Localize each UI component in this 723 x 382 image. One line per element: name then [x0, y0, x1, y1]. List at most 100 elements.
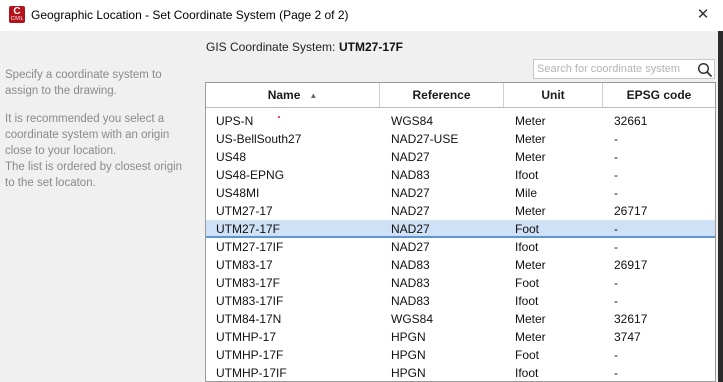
- cell-name: UPS-N: [216, 114, 254, 128]
- cell-unit: Meter: [515, 204, 546, 218]
- civil3d-app-icon: C CIVIL: [9, 6, 25, 23]
- cell-reference: NAD27: [391, 204, 430, 218]
- table-row[interactable]: US48-EPNG NAD83 Ifoot -: [206, 166, 715, 184]
- gis-coordinate-system-value: UTM27-17F: [339, 40, 404, 54]
- cell-reference: NAD83: [391, 258, 430, 272]
- cell-reference: WGS84: [391, 312, 434, 326]
- cell-name: US48-EPNG: [216, 168, 285, 182]
- gis-coordinate-system-label: GIS Coordinate System:: [206, 40, 336, 54]
- table-row[interactable]: US-BellSouth27 NAD27-USE Meter -: [206, 130, 715, 148]
- window-edge: [718, 31, 723, 382]
- cell-epsg-code: -: [614, 186, 618, 200]
- cell-name: US-BellSouth27: [216, 132, 302, 146]
- table-row[interactable]: UTM83-17IF NAD83 Ifoot -: [206, 292, 715, 310]
- cell-reference: HPGN: [391, 366, 426, 380]
- cell-epsg-code: 32617: [614, 312, 648, 326]
- sidebar-recommendation-line: It is recommended you select a: [5, 113, 165, 125]
- cell-epsg-code: -: [614, 294, 618, 308]
- column-header-name[interactable]: Name ▲: [206, 83, 380, 107]
- title-bar: C CIVIL Geographic Location - Set Coordi…: [0, 0, 723, 31]
- cell-name: US48: [216, 150, 247, 164]
- sidebar-recommendation-line: coordinate system with an origin: [5, 129, 170, 141]
- cell-reference: NAD83: [391, 276, 430, 290]
- cell-epsg-code: -: [614, 348, 618, 362]
- close-icon[interactable]: ✕: [688, 2, 718, 28]
- search-icon[interactable]: [697, 62, 713, 78]
- sidebar-instruction-line: Specify a coordinate system to: [5, 69, 162, 81]
- cell-reference: WGS84: [391, 114, 434, 128]
- table-row[interactable]: US48MI NAD27 Mile -: [206, 184, 715, 202]
- cell-reference: HPGN: [391, 330, 426, 344]
- cell-epsg-code: -: [614, 276, 618, 290]
- table-row[interactable]: UTM27-17F NAD27 Foot -: [206, 220, 715, 238]
- cell-reference: NAD27: [391, 150, 430, 164]
- column-header-label: Name: [267, 88, 301, 102]
- cell-unit: Meter: [515, 312, 546, 326]
- cell-reference: HPGN: [391, 348, 426, 362]
- sidebar-instruction-line: assign to the drawing.: [5, 85, 117, 97]
- table-row[interactable]: UTM83-17 NAD83 Meter 26917: [206, 256, 715, 274]
- app-icon-sublabel: CIVIL: [10, 16, 24, 22]
- search-input[interactable]: [537, 61, 689, 77]
- cell-name: UTMHP-17F: [216, 348, 284, 362]
- sort-ascending-icon: ▲: [309, 91, 318, 100]
- column-header-unit[interactable]: Unit: [504, 83, 603, 107]
- cell-unit: Mile: [515, 186, 538, 200]
- coordinate-system-table: Name ▲ Reference Unit EPSG code UPS-N WGS8…: [205, 82, 716, 382]
- cell-name: US48MI: [216, 186, 260, 200]
- cell-epsg-code: -: [614, 150, 618, 164]
- cell-unit: Ifoot: [515, 294, 539, 308]
- cell-reference: NAD27: [391, 186, 430, 200]
- cell-name: UTM84-17N: [216, 312, 282, 326]
- cell-unit: Foot: [515, 348, 540, 362]
- cell-name: UTMHP-17: [216, 330, 277, 344]
- table-row[interactable]: UTM27-17 NAD27 Meter 26717: [206, 202, 715, 220]
- cell-name: UTM27-17IF: [216, 240, 284, 254]
- cell-epsg-code: -: [614, 240, 618, 254]
- cell-unit: Meter: [515, 150, 546, 164]
- marker-dot-icon: [278, 116, 280, 118]
- cell-unit: Ifoot: [515, 366, 539, 380]
- cell-unit: Meter: [515, 132, 546, 146]
- cell-epsg-code: -: [614, 132, 618, 146]
- cell-epsg-code: 26717: [614, 204, 648, 218]
- cell-name: UTMHP-17IF: [216, 366, 287, 380]
- column-header-epsg-code[interactable]: EPSG code: [603, 83, 715, 107]
- cell-unit: Meter: [515, 114, 546, 128]
- table-row[interactable]: UTM83-17F NAD83 Foot -: [206, 274, 715, 292]
- search-box[interactable]: [533, 59, 715, 79]
- table-row[interactable]: US48 NAD27 Meter -: [206, 148, 715, 166]
- table-row[interactable]: UPS-N WGS84 Meter 32661: [206, 112, 715, 130]
- cell-epsg-code: -: [614, 366, 618, 380]
- cell-unit: Meter: [515, 330, 546, 344]
- cell-epsg-code: 32661: [614, 114, 648, 128]
- cell-epsg-code: -: [614, 168, 618, 182]
- cell-epsg-code: -: [614, 222, 618, 236]
- cell-reference: NAD27-USE: [391, 132, 459, 146]
- cell-name: UTM83-17F: [216, 276, 281, 290]
- table-row[interactable]: UTMHP-17IF HPGN Ifoot -: [206, 364, 715, 381]
- cell-name: UTM27-17: [216, 204, 273, 218]
- cell-reference: NAD83: [391, 168, 430, 182]
- cell-reference: NAD83: [391, 294, 430, 308]
- cell-name: UTM27-17F: [216, 222, 281, 236]
- cell-unit: Ifoot: [515, 168, 539, 182]
- cell-unit: Foot: [515, 222, 540, 236]
- cell-unit: Meter: [515, 258, 546, 272]
- sidebar-recommendation-line: close to your location.: [5, 145, 117, 157]
- cell-name: UTM83-17IF: [216, 294, 284, 308]
- table-header: Name ▲ Reference Unit EPSG code: [206, 83, 715, 108]
- cell-epsg-code: 26917: [614, 258, 648, 272]
- window-title: Geographic Location - Set Coordinate Sys…: [31, 8, 349, 22]
- cell-reference: NAD27: [391, 222, 430, 236]
- cell-unit: Ifoot: [515, 240, 539, 254]
- table-row[interactable]: UTMHP-17 HPGN Meter 3747: [206, 328, 715, 346]
- table-row[interactable]: UTMHP-17F HPGN Foot -: [206, 346, 715, 364]
- cell-unit: Foot: [515, 276, 540, 290]
- table-row[interactable]: UTM84-17N WGS84 Meter 32617: [206, 310, 715, 328]
- sidebar-recommendation-line: The list is ordered by closest origin: [5, 161, 183, 173]
- column-header-reference[interactable]: Reference: [380, 83, 504, 107]
- sidebar-recommendation-line: to the set locaton.: [5, 177, 96, 189]
- table-row[interactable]: UTM27-17IF NAD27 Ifoot -: [206, 238, 715, 256]
- cell-reference: NAD27: [391, 240, 430, 254]
